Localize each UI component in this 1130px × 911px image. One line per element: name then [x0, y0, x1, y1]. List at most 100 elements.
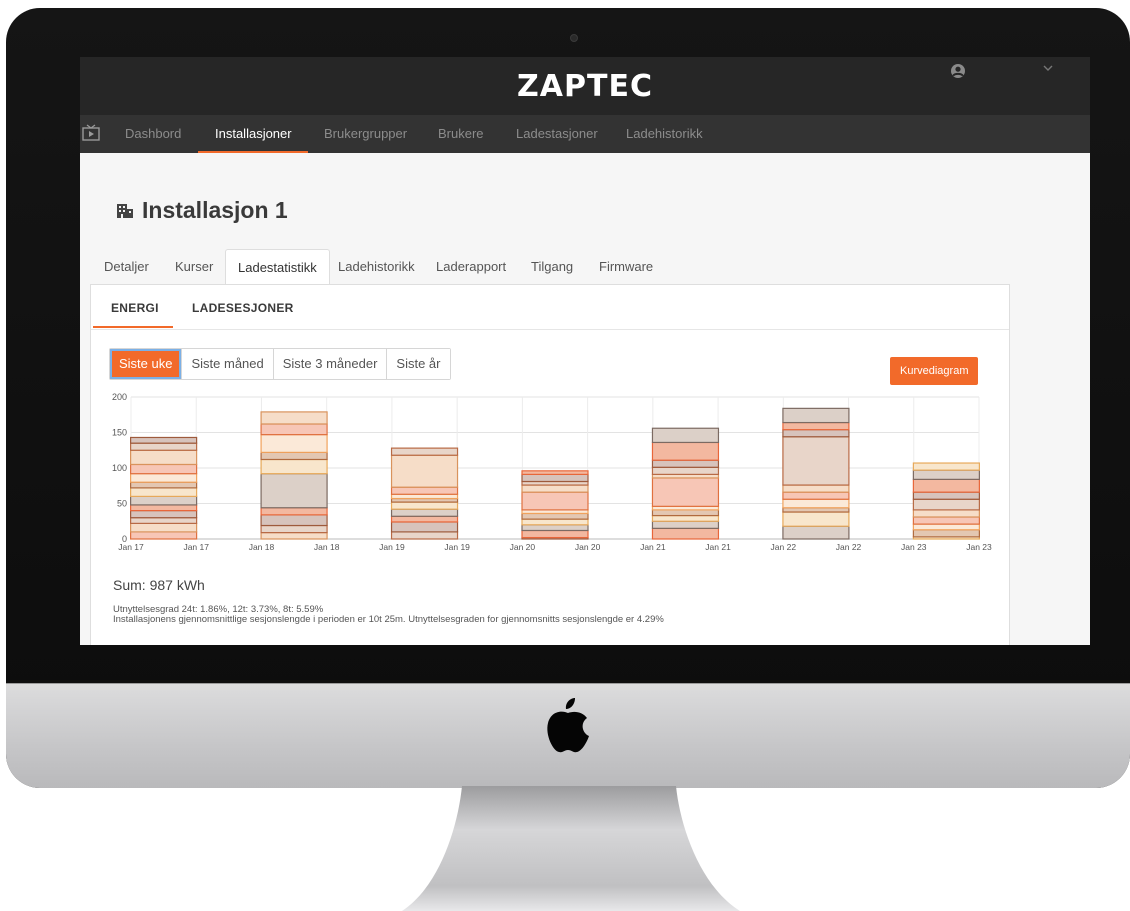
bar-segment: [651, 509, 720, 517]
bar-segment: [260, 451, 328, 461]
energy-sum: Sum: 987 kWh: [113, 577, 205, 593]
range-siste-uke-button[interactable]: Siste uke: [110, 349, 183, 379]
nav-ladehistorikk[interactable]: Ladehistorikk: [626, 115, 703, 153]
bar-segment: [130, 473, 198, 483]
y-tick-label: 200: [112, 392, 127, 402]
bar-segment: [651, 520, 720, 529]
x-tick-label: Jan 19: [444, 542, 470, 552]
panel-divider: [91, 329, 1009, 330]
x-tick-label: Jan 18: [314, 542, 340, 552]
bar-segment: [390, 521, 459, 533]
tab-ladestatistikk[interactable]: Ladestatistikk: [225, 249, 330, 286]
bar-segment: [521, 512, 589, 520]
bar-segment: [912, 469, 980, 480]
bar-segment: [260, 473, 328, 509]
bar-segment: [521, 473, 589, 483]
range-siste-3-maneder-button[interactable]: Siste 3 måneder: [273, 349, 388, 379]
camera-dot: [570, 34, 578, 42]
tab-kurser[interactable]: Kurser: [175, 249, 213, 285]
bar-segment: [521, 491, 589, 511]
subtab-active-indicator: [93, 326, 173, 328]
bar-segment: [651, 527, 720, 540]
nav-ladestasjoner[interactable]: Ladestasjoner: [516, 115, 598, 153]
statistics-panel: ENERGI LADESESJONER Siste uke Siste måne…: [90, 284, 1010, 645]
bar-segment: [782, 525, 850, 540]
bar-segment: [521, 524, 589, 532]
nav-dashbord[interactable]: Dashbord: [125, 115, 181, 153]
bar-segment: [651, 459, 720, 468]
tv-icon[interactable]: [81, 124, 103, 142]
x-tick-label: Jan 20: [510, 542, 536, 552]
bar-segment: [260, 458, 328, 475]
nav-active-indicator: [198, 151, 308, 153]
y-tick-label: 100: [112, 463, 127, 473]
bar-segment: [260, 507, 328, 516]
bar-segment: [521, 518, 589, 526]
bar-segment: [260, 524, 328, 534]
bar-segment: [912, 509, 980, 518]
bar-segment: [912, 523, 980, 531]
bar-segment: [260, 514, 328, 527]
tab-detaljer[interactable]: Detaljer: [104, 249, 149, 285]
bar-segment: [912, 491, 980, 500]
bar-segment: [782, 436, 850, 486]
bar-segment: [390, 447, 459, 456]
tab-firmware[interactable]: Firmware: [599, 249, 653, 285]
range-siste-ar-button[interactable]: Siste år: [387, 349, 450, 379]
building-icon: [117, 204, 133, 218]
x-tick-label: Jan 23: [966, 542, 992, 552]
bar-segment: [130, 522, 198, 533]
top-bar: ZAPTEC: [80, 57, 1090, 115]
bar-segment: [130, 442, 198, 451]
bar-segment: [260, 532, 328, 540]
bar-segment: [782, 407, 850, 424]
kurvediagram-button[interactable]: Kurvediagram: [890, 357, 979, 385]
bar-segment: [912, 529, 980, 538]
bar-segment: [390, 486, 459, 495]
x-tick-label: Jan 21: [640, 542, 666, 552]
y-tick-label: 50: [117, 499, 127, 509]
bar-segment: [651, 427, 720, 444]
bar-segment: [782, 507, 850, 513]
tab-ladehistorikk[interactable]: Ladehistorikk: [338, 249, 415, 285]
y-tick-label: 150: [112, 428, 127, 438]
bar-segment: [130, 517, 198, 524]
x-tick-label: Jan 17: [118, 542, 144, 552]
tab-tilgang[interactable]: Tilgang: [531, 249, 573, 285]
range-siste-maned-button[interactable]: Siste måned: [182, 349, 274, 379]
bar-segment: [130, 531, 198, 540]
bar-segment: [912, 462, 980, 471]
bar-segment: [260, 434, 328, 453]
bar-segment: [912, 516, 980, 525]
bar-segment: [260, 423, 328, 436]
tab-laderapport[interactable]: Laderapport: [436, 249, 506, 285]
x-tick-label: Jan 22: [836, 542, 862, 552]
nav-installasjoner[interactable]: Installasjoner: [215, 115, 292, 153]
nav-brukere[interactable]: Brukere: [438, 115, 484, 153]
x-tick-label: Jan 18: [249, 542, 275, 552]
bar-segment: [130, 463, 198, 475]
imac-stand: [402, 786, 740, 911]
x-tick-label: Jan 19: [379, 542, 405, 552]
utilization-line-2: Installasjonens gjennomsnittlige sesjons…: [113, 614, 664, 625]
bar-segment: [651, 441, 720, 461]
bar-segment: [390, 508, 459, 517]
bar-segment: [130, 487, 198, 497]
subtab-ladesesjoner[interactable]: LADESESJONER: [192, 301, 294, 315]
bar-segment: [651, 477, 720, 507]
bar-segment: [130, 449, 198, 466]
chevron-down-icon[interactable]: [1042, 63, 1054, 73]
bar-segment: [651, 514, 720, 522]
bar-segment: [390, 493, 459, 500]
subtab-energi[interactable]: ENERGI: [111, 301, 159, 315]
bar-segment: [782, 491, 850, 500]
page-title-text: Installasjon 1: [142, 197, 288, 223]
bar-segment: [521, 470, 589, 475]
x-tick-label: Jan 17: [183, 542, 209, 552]
user-account-icon[interactable]: [950, 63, 966, 79]
bar-segment: [912, 498, 980, 511]
nav-brukergrupper[interactable]: Brukergrupper: [324, 115, 407, 153]
bar-segment: [390, 515, 459, 523]
bar-segment: [390, 454, 459, 488]
x-tick-label: Jan 22: [771, 542, 797, 552]
